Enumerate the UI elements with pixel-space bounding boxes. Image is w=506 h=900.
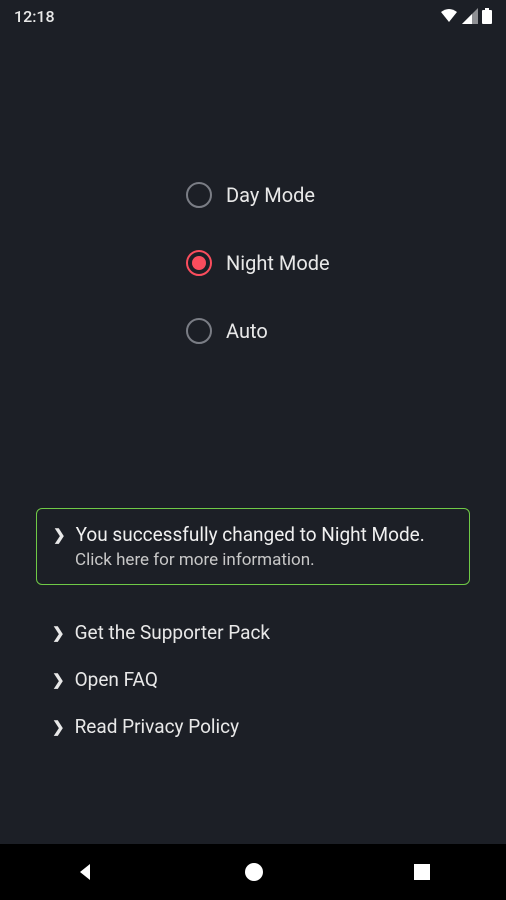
radio-auto[interactable]: Auto	[186, 318, 506, 344]
status-time: 12:18	[14, 7, 55, 26]
battery-icon	[482, 8, 492, 24]
link-supporter-pack[interactable]: ❯ Get the Supporter Pack	[36, 609, 470, 656]
status-icons	[440, 8, 492, 24]
radio-circle-icon	[186, 318, 212, 344]
link-text: Get the Supporter Pack	[75, 621, 270, 644]
radio-label: Night Mode	[226, 251, 330, 275]
radio-circle-icon	[186, 182, 212, 208]
radio-label: Auto	[226, 319, 268, 343]
navigation-bar	[0, 844, 506, 900]
nav-recent-icon[interactable]	[412, 862, 432, 882]
success-subtitle: Click here for more information.	[75, 550, 453, 570]
chevron-right-icon: ❯	[52, 624, 65, 642]
theme-radio-group: Day Mode Night Mode Auto	[0, 182, 506, 344]
links-section: ❯ You successfully changed to Night Mode…	[0, 508, 506, 750]
wifi-icon	[440, 8, 458, 24]
radio-night-mode[interactable]: Night Mode	[186, 250, 506, 276]
success-main-row: ❯ You successfully changed to Night Mode…	[53, 523, 453, 546]
chevron-right-icon: ❯	[52, 671, 65, 689]
nav-home-icon[interactable]	[243, 861, 265, 883]
success-title: You successfully changed to Night Mode.	[76, 523, 425, 546]
main-content: Day Mode Night Mode Auto ❯ You successfu…	[0, 32, 506, 750]
link-text: Read Privacy Policy	[75, 715, 240, 738]
status-bar: 12:18	[0, 0, 506, 32]
success-message-box[interactable]: ❯ You successfully changed to Night Mode…	[36, 508, 470, 585]
radio-inner-icon	[192, 256, 206, 270]
link-privacy-policy[interactable]: ❯ Read Privacy Policy	[36, 703, 470, 750]
chevron-right-icon: ❯	[52, 718, 65, 736]
link-faq[interactable]: ❯ Open FAQ	[36, 656, 470, 703]
link-text: Open FAQ	[75, 668, 158, 691]
radio-label: Day Mode	[226, 183, 315, 207]
radio-day-mode[interactable]: Day Mode	[186, 182, 506, 208]
nav-back-icon[interactable]	[74, 861, 96, 883]
radio-circle-selected-icon	[186, 250, 212, 276]
chevron-right-icon: ❯	[53, 526, 66, 544]
signal-icon	[462, 8, 478, 24]
